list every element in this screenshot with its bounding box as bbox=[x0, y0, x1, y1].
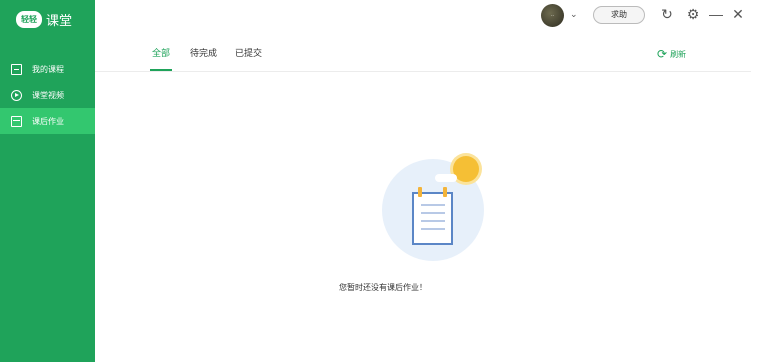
close-icon[interactable]: ✕ bbox=[729, 5, 747, 23]
refresh-icon: ⟳ bbox=[657, 47, 668, 61]
avatar[interactable]: .. bbox=[541, 4, 564, 27]
refresh-button[interactable]: ⟳ 刷新 bbox=[657, 47, 686, 61]
sidebar-item-class-videos[interactable]: 课堂视频 bbox=[0, 82, 95, 108]
avatar-text: .. bbox=[551, 12, 554, 18]
sheet-line bbox=[421, 228, 445, 230]
app-logo: 轻轻 课堂 bbox=[16, 9, 72, 29]
sheet-line bbox=[421, 204, 445, 206]
empty-state-message: 您暂时还没有课后作业！ bbox=[339, 283, 427, 292]
sidebar-item-label: 我的课程 bbox=[32, 64, 64, 74]
cloud-icon bbox=[435, 174, 457, 182]
clipboard-icon bbox=[412, 187, 453, 245]
sheet-line bbox=[421, 220, 445, 222]
sidebar-nav: 我的课程 课堂视频 课后作业 bbox=[0, 56, 95, 134]
sidebar-item-my-courses[interactable]: 我的课程 bbox=[0, 56, 95, 82]
sheet-line bbox=[421, 212, 445, 214]
title-bar: .. ⌄ 求助 ↻ ⚙ — ✕ bbox=[95, 0, 766, 30]
sidebar-item-label: 课后作业 bbox=[32, 116, 64, 126]
homework-icon bbox=[11, 115, 22, 127]
sidebar: 轻轻 课堂 我的课程 课堂视频 课后作业 bbox=[0, 0, 95, 362]
minimize-icon[interactable]: — bbox=[707, 5, 725, 23]
refresh-icon[interactable]: ↻ bbox=[658, 5, 676, 23]
gear-icon[interactable]: ⚙ bbox=[684, 5, 702, 23]
empty-state-illustration bbox=[375, 150, 490, 265]
logo-text: 课堂 bbox=[46, 12, 73, 28]
chevron-down-icon[interactable]: ⌄ bbox=[570, 9, 578, 20]
refresh-label: 刷新 bbox=[670, 49, 687, 59]
sidebar-item-label: 课堂视频 bbox=[32, 90, 64, 100]
tab-pending[interactable]: 待完成 bbox=[190, 40, 217, 71]
help-button[interactable]: 求助 bbox=[593, 6, 645, 24]
course-icon bbox=[11, 63, 22, 75]
play-icon bbox=[11, 89, 22, 101]
clip-icon bbox=[443, 187, 447, 197]
tab-divider bbox=[95, 71, 751, 72]
tab-bar: 全部 待完成 已提交 bbox=[150, 40, 280, 72]
tab-all[interactable]: 全部 bbox=[150, 40, 173, 71]
logo-badge: 轻轻 bbox=[16, 10, 42, 28]
sidebar-item-homework[interactable]: 课后作业 bbox=[0, 108, 95, 134]
clip-icon bbox=[418, 187, 422, 197]
tab-submitted[interactable]: 已提交 bbox=[235, 40, 262, 71]
